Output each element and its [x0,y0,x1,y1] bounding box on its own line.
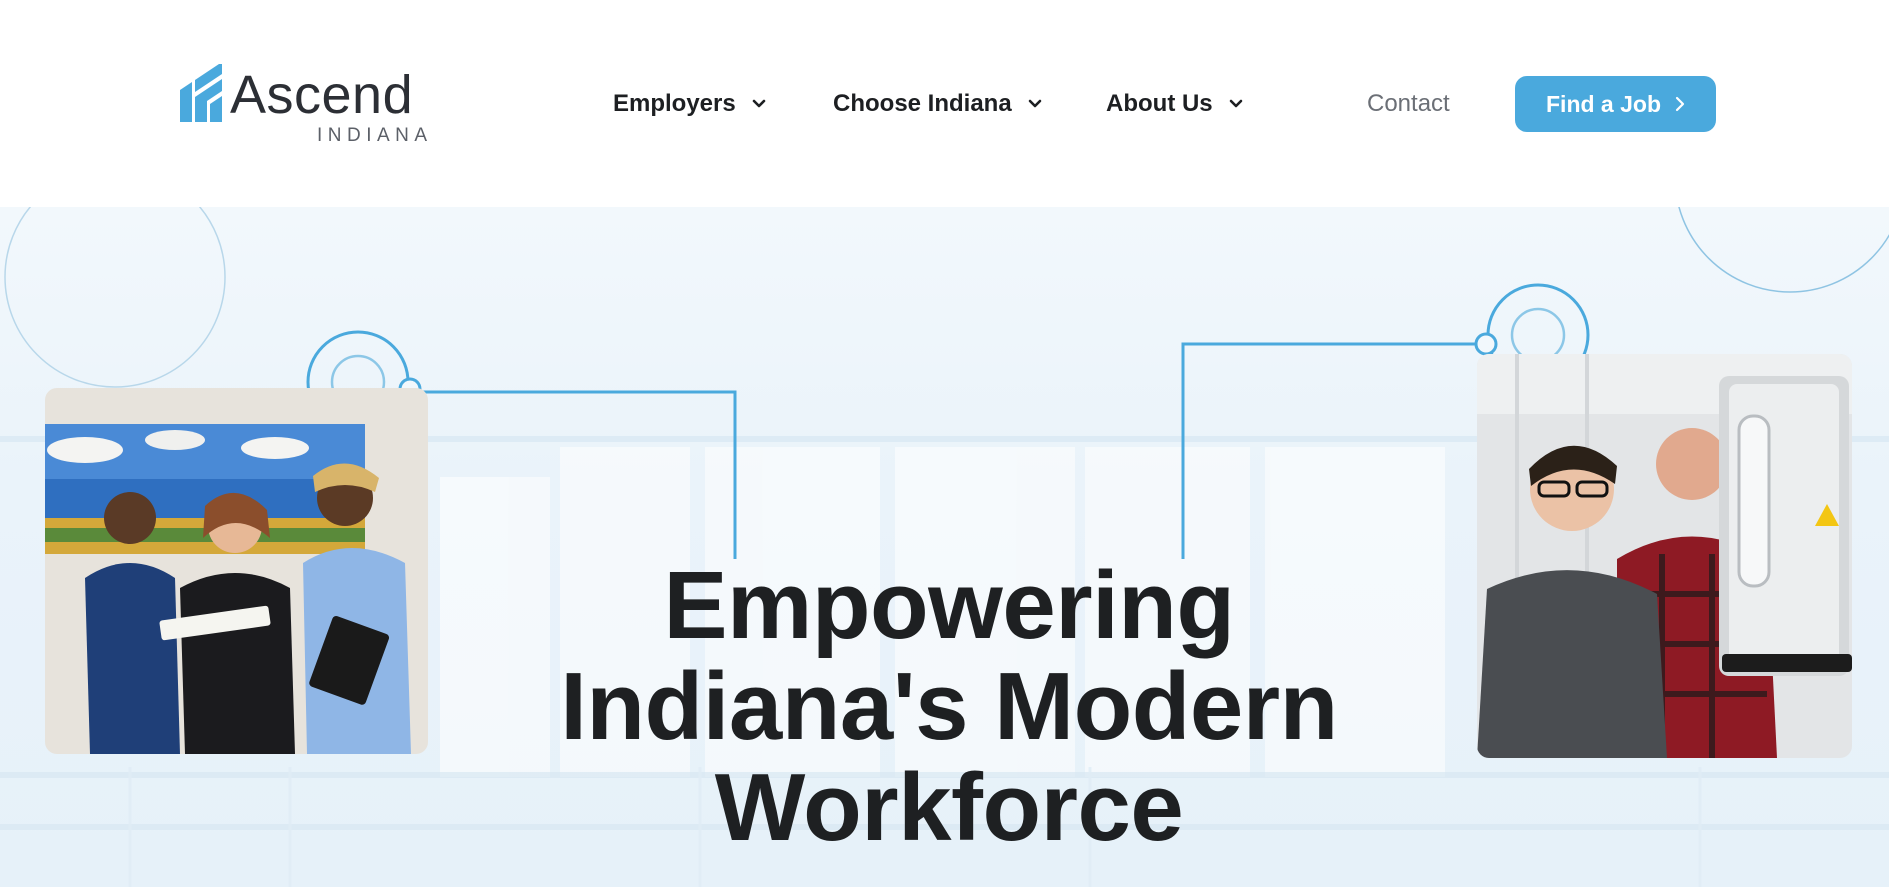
nav-choose-indiana-label: Choose Indiana [833,90,1012,117]
find-a-job-button[interactable]: Find a Job [1515,76,1716,132]
nav-about-us-label: About Us [1106,90,1213,117]
logo-subtitle: INDIANA [317,125,433,146]
nav-choose-indiana[interactable]: Choose Indiana [833,88,1042,120]
headline-line-2: Indiana's Modern [560,653,1338,760]
nav-about-us[interactable]: About Us [1106,88,1243,120]
manufacturing-workers-photo [1477,354,1852,758]
chevron-down-icon [1229,99,1243,109]
nav-employers-label: Employers [613,90,736,117]
healthcare-workers-photo [45,388,428,754]
nav-contact-link[interactable]: Contact [1367,88,1450,120]
site-header: Ascend INDIANA Employers Choose Indiana … [0,0,1889,207]
ascend-indiana-logo[interactable]: Ascend INDIANA [180,62,430,152]
hero-section: Empowering Indiana's Modern Workforce [0,207,1889,887]
find-a-job-label: Find a Job [1546,90,1661,117]
nav-employers[interactable]: Employers [613,88,766,120]
manufacturing-workers-image [1477,354,1852,758]
chevron-right-icon [1675,91,1685,118]
headline-line-1: Empowering [663,552,1235,659]
ascend-stripes-logo-icon [180,64,222,122]
headline-line-3: Workforce [714,754,1184,861]
logo-wordmark: Ascend [230,65,414,125]
hero-headline: Empowering Indiana's Modern Workforce [444,555,1454,858]
healthcare-workers-image [45,388,428,754]
chevron-down-icon [752,99,766,109]
chevron-down-icon [1028,99,1042,109]
